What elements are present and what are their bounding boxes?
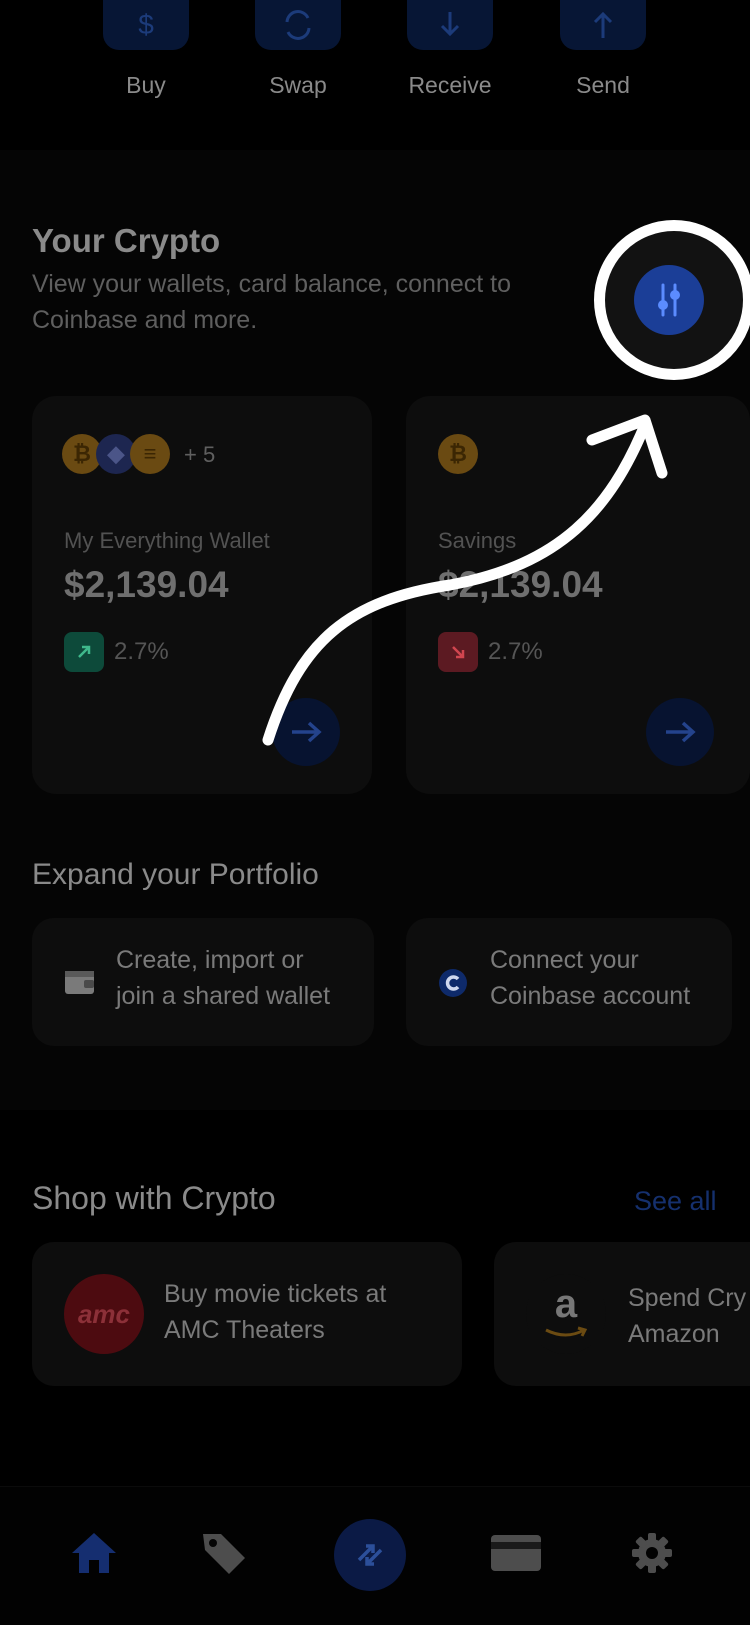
connect-coinbase-text-1: Connect your xyxy=(490,946,639,974)
see-all-link[interactable]: See all xyxy=(634,1186,717,1217)
nav-swap[interactable] xyxy=(334,1519,406,1591)
amazon-text-1: Spend Cry xyxy=(628,1284,747,1312)
amazon-card[interactable]: a Spend Cry Amazon xyxy=(494,1242,750,1386)
coinbase-icon xyxy=(439,969,467,997)
swap-icon xyxy=(357,1544,383,1566)
bottom-nav xyxy=(0,1486,750,1625)
nav-tags[interactable] xyxy=(192,1521,256,1585)
amazon-text-2: Amazon xyxy=(628,1320,720,1348)
amc-text-2: AMC Theaters xyxy=(164,1316,325,1344)
card-icon xyxy=(491,1535,541,1571)
amazon-logo: a xyxy=(526,1274,606,1354)
nav-card[interactable] xyxy=(484,1521,548,1585)
connect-coinbase-text-2: Coinbase account xyxy=(490,982,691,1010)
shared-wallet-text-1: Create, import or xyxy=(116,946,304,974)
expand-title: Expand your Portfolio xyxy=(32,858,319,891)
amc-text-1: Buy movie tickets at xyxy=(164,1280,387,1308)
amc-logo: amc xyxy=(64,1274,144,1354)
amc-card[interactable]: amc Buy movie tickets at AMC Theaters xyxy=(32,1242,462,1386)
home-icon xyxy=(72,1533,116,1573)
tag-icon xyxy=(203,1534,245,1574)
connect-coinbase-card[interactable]: Connect your Coinbase account xyxy=(406,918,732,1046)
nav-home[interactable] xyxy=(62,1521,126,1585)
settings-icon xyxy=(632,1533,672,1573)
shared-wallet-card[interactable]: Create, import or join a shared wallet xyxy=(32,918,374,1046)
shop-title: Shop with Crypto xyxy=(32,1180,276,1216)
shared-wallet-text-2: join a shared wallet xyxy=(116,982,331,1010)
nav-settings[interactable] xyxy=(620,1521,684,1585)
wallet-icon xyxy=(65,971,94,994)
